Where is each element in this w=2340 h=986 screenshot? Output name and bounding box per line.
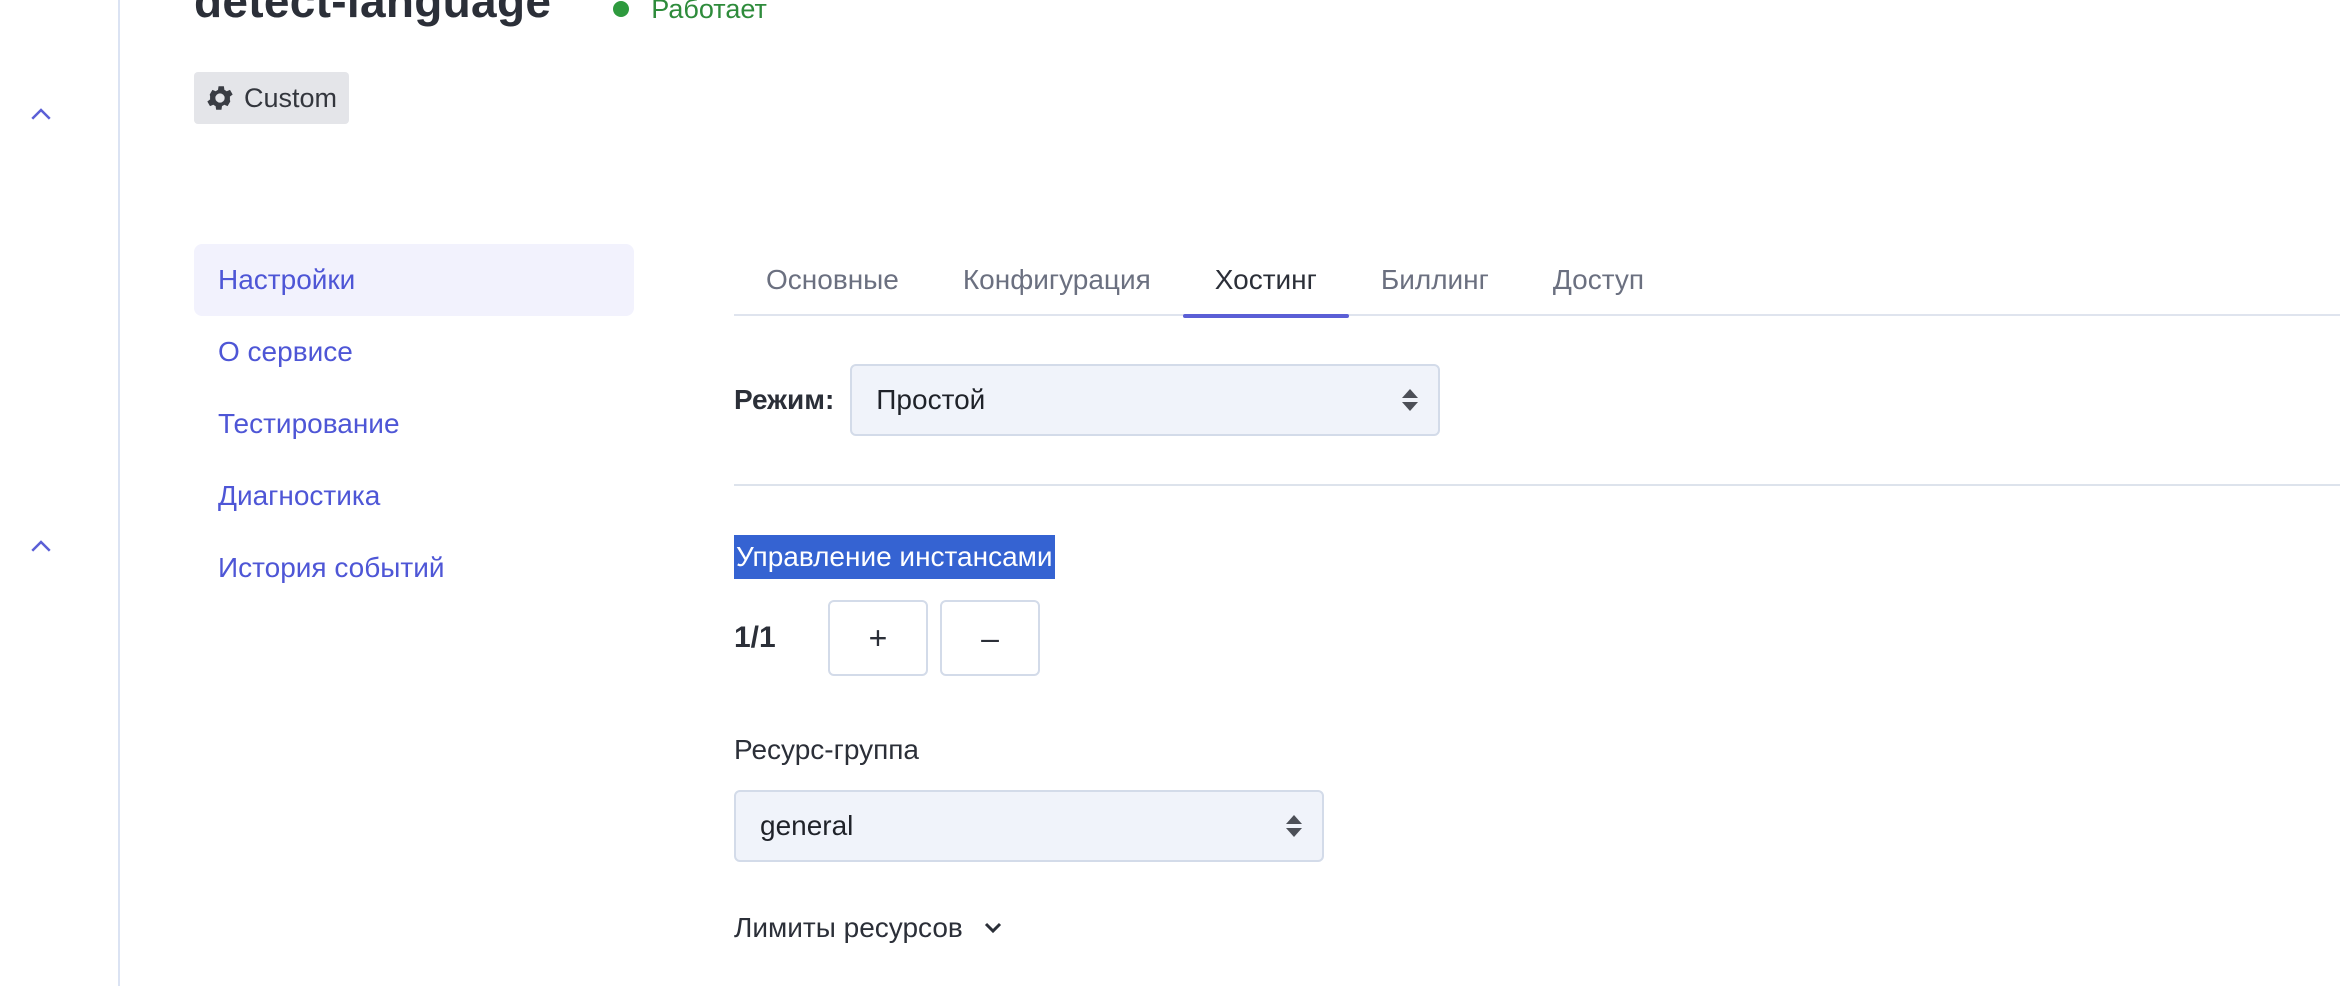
remove-instance-button[interactable]: –: [940, 600, 1040, 676]
settings-sidebar: Настройки О сервисе Тестирование Диагнос…: [194, 244, 634, 604]
tab-access[interactable]: Доступ: [1521, 244, 1676, 316]
tab-general[interactable]: Основные: [734, 244, 931, 316]
mode-row: Режим: Простой: [734, 364, 1441, 436]
instances-section-title: Управление инстансами: [734, 535, 1055, 579]
sidebar-item-diagnostics[interactable]: Диагностика: [194, 460, 634, 532]
chevron-up-icon: [31, 108, 51, 120]
select-arrows-icon: [1286, 815, 1302, 837]
status-text: Работает: [651, 0, 767, 24]
gear-icon: [207, 86, 233, 110]
add-instance-button[interactable]: +: [828, 600, 928, 676]
service-header: detect-language Работает: [194, 0, 767, 28]
instances-control: 1/1 + –: [734, 600, 1052, 676]
custom-badge: Custom: [194, 72, 350, 124]
sidebar-item-event-history[interactable]: История событий: [194, 532, 634, 604]
resource-group-value: general: [760, 810, 854, 841]
tab-hosting[interactable]: Хостинг: [1182, 244, 1349, 318]
mode-select[interactable]: Простой: [850, 364, 1441, 436]
collapse-chevron-up-icon[interactable]: [24, 98, 58, 132]
chevron-up-icon: [31, 540, 51, 552]
resource-limits-toggle[interactable]: Лимиты ресурсов: [734, 912, 1005, 944]
resource-limits-label: Лимиты ресурсов: [734, 912, 963, 943]
status-dot-icon: [613, 1, 630, 17]
resource-group-label: Ресурс-группа: [734, 734, 919, 765]
chevron-down-icon: [984, 922, 1001, 934]
mode-select-value: Простой: [876, 384, 986, 415]
badge-label: Custom: [244, 82, 338, 113]
tab-configuration[interactable]: Конфигурация: [931, 244, 1183, 316]
tab-billing[interactable]: Биллинг: [1349, 244, 1521, 316]
page-title: detect-language: [194, 0, 552, 27]
mode-label: Режим:: [734, 384, 835, 415]
status-indicator: Работает: [613, 0, 767, 25]
settings-tabs: Основные Конфигурация Хостинг Биллинг До…: [734, 244, 2340, 318]
collapse-chevron-up-icon[interactable]: [24, 530, 58, 564]
sidebar-item-about[interactable]: О сервисе: [194, 316, 634, 388]
left-rail: [0, 0, 120, 986]
instances-count: 1/1: [734, 621, 776, 654]
sidebar-item-testing[interactable]: Тестирование: [194, 388, 634, 460]
sidebar-item-settings[interactable]: Настройки: [194, 244, 634, 316]
section-divider: [734, 484, 2340, 486]
resource-group-select[interactable]: general: [734, 790, 1324, 862]
select-arrows-icon: [1402, 389, 1419, 411]
